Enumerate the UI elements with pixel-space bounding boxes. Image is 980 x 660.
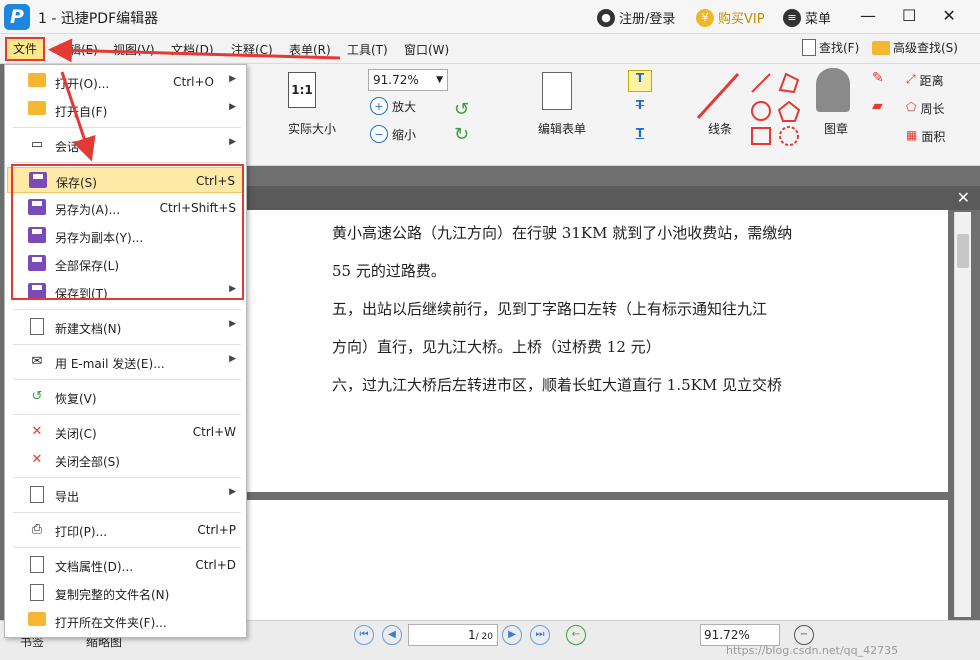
annotation-arrows	[48, 38, 341, 162]
arrow-to-save-group	[60, 71, 96, 162]
arrow-to-file-menu	[48, 38, 341, 63]
